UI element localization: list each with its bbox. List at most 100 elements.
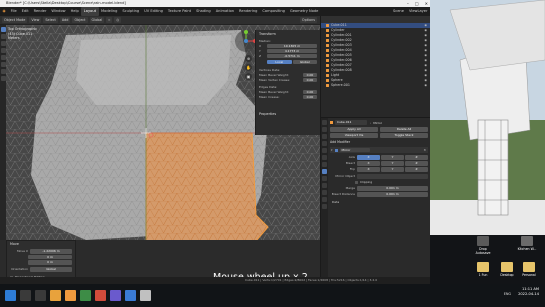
orientation-selector[interactable]: Global [89, 17, 105, 23]
axis-x-toggle[interactable]: X [357, 155, 380, 160]
options-menu[interactable]: Options [299, 17, 317, 23]
app-taskbar-icon[interactable] [80, 290, 91, 301]
modifier-name-field[interactable]: Mirror [339, 147, 370, 153]
bisect-x-toggle[interactable]: X [357, 161, 380, 166]
proportional-icon[interactable]: ◎ [114, 17, 122, 23]
median-y-field[interactable]: 4.1773 m [267, 49, 317, 53]
close-modifier-icon[interactable]: ✕ [423, 148, 426, 152]
bisect-y-toggle[interactable]: Y [381, 161, 404, 166]
snap-icon[interactable]: ⌗ [106, 17, 113, 23]
blender-logo-icon[interactable]: ◉ [0, 7, 8, 16]
toggle-stack-button[interactable]: Toggle Stack [380, 133, 428, 138]
task-view-icon[interactable] [35, 290, 46, 301]
material-tab-icon[interactable] [322, 204, 327, 209]
desktop-icon-personal[interactable]: Personal [518, 262, 540, 277]
render-tab-icon[interactable] [322, 127, 327, 132]
object-name[interactable]: Cube.011 [335, 120, 367, 125]
search-icon[interactable] [20, 290, 31, 301]
flip-z-toggle[interactable]: Z [405, 167, 428, 172]
mean-crease-field[interactable]: 0.00 [303, 95, 317, 99]
file-explorer-icon[interactable] [50, 290, 61, 301]
move-z-field[interactable]: 0 m [28, 260, 72, 265]
tab-geometry-nodes[interactable]: Geometry Node [287, 7, 320, 16]
mean-bevel-weight-e-field[interactable]: 0.00 [303, 90, 317, 94]
axis-y-toggle[interactable]: Y [381, 155, 404, 160]
global-toggle[interactable]: Global [292, 60, 317, 64]
modifier-tab-icon[interactable] [322, 169, 327, 174]
tab-shading[interactable]: Shading [194, 7, 214, 16]
physics-tab-icon[interactable] [322, 183, 327, 188]
merge-field[interactable]: 0.001 m [357, 186, 428, 191]
tab-uv-editing[interactable]: UV Editing [142, 7, 166, 16]
viewport-vis-button[interactable]: Viewport Vis [330, 133, 378, 138]
desktop-icon-kitchen[interactable]: Kitchen W... [516, 236, 538, 251]
axis-z-toggle[interactable]: Z [405, 155, 428, 160]
mirror-object-field[interactable] [357, 174, 428, 179]
view-layer-tab-icon[interactable] [322, 141, 327, 146]
tab-modeling[interactable]: Modeling [99, 7, 120, 16]
system-clock[interactable]: 11:11 AM 2022-04-14 [518, 287, 539, 297]
object-menu[interactable]: Object [72, 17, 88, 23]
apply-all-button[interactable]: Apply All [330, 127, 378, 132]
data-tab-icon[interactable] [322, 197, 327, 202]
measure-tool-icon[interactable] [0, 76, 6, 81]
menu-window[interactable]: Window [49, 7, 68, 16]
annotate-tool-icon[interactable] [0, 69, 6, 74]
outliner-item[interactable]: Sphere.001 ◉ [321, 83, 430, 88]
clipping-checkbox[interactable] [355, 180, 358, 184]
tab-rendering[interactable]: Rendering [237, 7, 260, 16]
tab-compositing[interactable]: Compositing [260, 7, 288, 16]
visibility-eye-icon[interactable]: ◉ [424, 83, 427, 88]
mean-vertex-crease-field[interactable]: 0.00 [303, 78, 317, 82]
desktop-icon-desktop[interactable]: Desktop [496, 262, 518, 277]
tab-animation[interactable]: Animation [213, 7, 236, 16]
pan-hand-icon[interactable]: ✋ [245, 64, 252, 71]
blender-taskbar-icon[interactable] [65, 290, 76, 301]
move-x-field[interactable]: -1.22006 m [30, 249, 72, 254]
flip-x-toggle[interactable]: X [357, 167, 380, 172]
scene-selector[interactable]: Scene [390, 7, 406, 16]
properties-header[interactable]: Properties [259, 112, 276, 116]
tab-texture-paint[interactable]: Texture Paint [165, 7, 193, 16]
menu-file[interactable]: File [8, 7, 19, 16]
add-menu[interactable]: Add [59, 17, 71, 23]
app3-taskbar-icon[interactable] [125, 290, 136, 301]
move-tool-icon[interactable] [0, 41, 6, 46]
median-x-field[interactable]: 10.1305 m [267, 44, 317, 48]
menu-help[interactable]: Help [68, 7, 81, 16]
transform-tool-icon[interactable] [0, 62, 6, 67]
tool-tab-icon[interactable] [322, 120, 327, 125]
transform-header[interactable]: Transform [259, 32, 276, 36]
move-y-field[interactable]: 0 m [28, 254, 72, 259]
app4-taskbar-icon[interactable] [140, 290, 151, 301]
browser-taskbar-icon[interactable] [95, 290, 106, 301]
bisect-z-toggle[interactable]: Z [405, 161, 428, 166]
mean-bevel-weight-v-field[interactable]: 0.00 [303, 73, 317, 77]
menu-edit[interactable]: Edit [19, 7, 31, 16]
zoom-icon[interactable]: ⊕ [245, 55, 252, 62]
output-tab-icon[interactable] [322, 134, 327, 139]
view-menu[interactable]: View [29, 17, 42, 23]
select-tool-icon[interactable] [0, 27, 6, 32]
desktop-icon-drop-autosave[interactable]: Drop Autosave [472, 236, 494, 255]
tab-sculpting[interactable]: Sculpting [120, 7, 142, 16]
maximize-button[interactable]: □ [415, 1, 419, 6]
view-layer-selector[interactable]: ViewLayer [406, 7, 430, 16]
minimize-button[interactable]: – [407, 1, 409, 6]
app2-taskbar-icon[interactable] [110, 290, 121, 301]
select-menu[interactable]: Select [43, 17, 58, 23]
camera-view-icon[interactable]: ▣ [245, 73, 252, 80]
operator-title[interactable]: Move [10, 242, 19, 246]
constraints-tab-icon[interactable] [322, 190, 327, 195]
data-subpanel-header[interactable]: Data [332, 200, 339, 204]
menu-render[interactable]: Render [31, 7, 49, 16]
rotate-tool-icon[interactable] [0, 48, 6, 53]
object-tab-icon[interactable] [322, 162, 327, 167]
particles-tab-icon[interactable] [322, 176, 327, 181]
cursor-tool-icon[interactable] [0, 34, 6, 39]
local-toggle[interactable]: Local [267, 60, 292, 64]
start-windows-icon[interactable] [5, 290, 16, 301]
flip-y-toggle[interactable]: Y [381, 167, 404, 172]
delete-all-button[interactable]: Delete All [380, 127, 428, 132]
mode-selector[interactable]: Object Mode [2, 17, 28, 23]
